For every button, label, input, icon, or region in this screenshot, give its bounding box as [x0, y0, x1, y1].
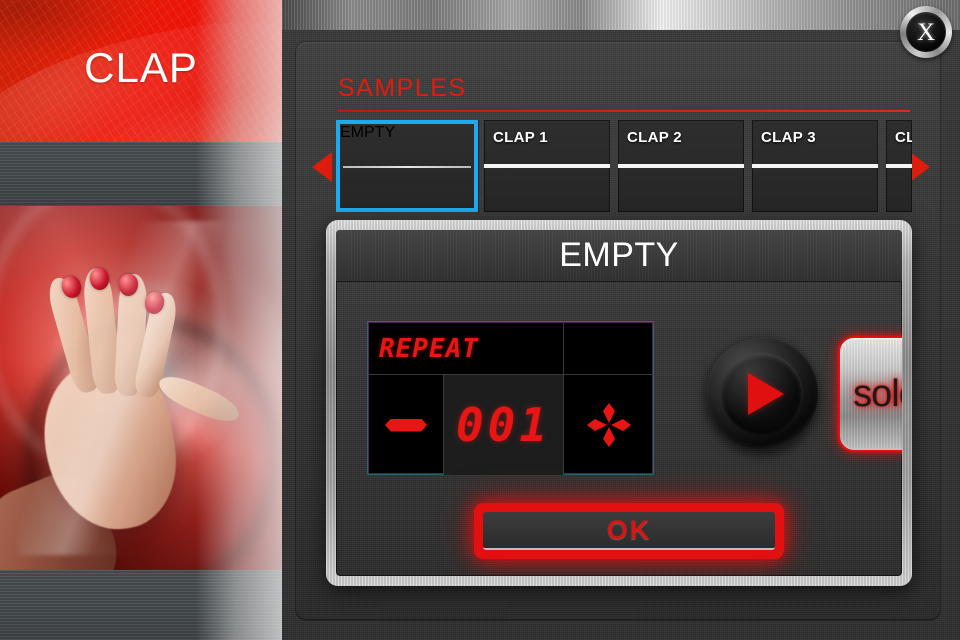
ok-button[interactable]: OK	[474, 503, 784, 559]
sample-tile-label: CL	[895, 129, 912, 146]
close-button-inner: X	[906, 12, 946, 52]
left-panel-divider-bottom	[0, 570, 282, 640]
repeat-lcd-panel: REPEAT 001	[368, 322, 654, 475]
dialog-title: EMPTY	[559, 236, 679, 274]
plus-petal-bottom	[603, 427, 615, 447]
sample-tile-clap-4[interactable]: CL	[886, 120, 912, 212]
sample-tile-clap-2[interactable]: CLAP 2	[618, 120, 744, 212]
metal-top-bar	[282, 0, 960, 30]
samples-heading: SAMPLES	[338, 74, 467, 102]
sample-tile-clap-3[interactable]: CLAP 3	[752, 120, 878, 212]
close-x-icon: X	[916, 18, 936, 46]
artwork-image	[0, 206, 282, 570]
dialog-titlebar: EMPTY	[336, 230, 902, 282]
lcd-blank-cell	[564, 323, 654, 375]
samples-heading-rule	[338, 110, 910, 112]
sample-tile-label: EMPTY	[340, 124, 396, 141]
play-triangle-icon	[748, 373, 784, 415]
play-button[interactable]	[706, 338, 818, 450]
glass-highlight	[16, 220, 282, 556]
repeat-value: 001	[444, 375, 564, 475]
repeat-label: REPEAT	[369, 323, 564, 375]
sample-tile-clap-1[interactable]: CLAP 1	[484, 120, 610, 212]
repeat-decrement-button[interactable]	[369, 375, 444, 475]
flat-line-waveform-icon	[343, 166, 471, 168]
plus-petal-left	[587, 419, 607, 431]
sample-tile-label: CLAP 2	[627, 129, 682, 146]
page-title: CLAP	[84, 44, 198, 91]
sample-tile-empty[interactable]: EMPTY	[336, 120, 478, 212]
solo-button[interactable]: solo	[838, 336, 902, 452]
play-button-inner	[721, 353, 803, 435]
left-panel-divider-top	[0, 142, 282, 206]
repeat-increment-button[interactable]	[564, 375, 654, 475]
solo-button-label: solo	[853, 372, 902, 415]
ok-button-label: OK	[606, 514, 652, 545]
app-screen: CLAP X SAMPLES EMPTY CLAP 1 CLAP 2 CLAP …	[0, 0, 960, 640]
sample-editor-dialog: EMPTY REPEAT 001 sol OK	[326, 220, 912, 586]
ok-button-inner: OK	[483, 512, 775, 550]
arrow-right-icon[interactable]	[910, 152, 930, 182]
samples-strip[interactable]: EMPTY CLAP 1 CLAP 2 CLAP 3 CL	[336, 120, 912, 212]
sample-tile-label: CLAP 3	[761, 129, 816, 146]
plus-petal-top	[603, 403, 615, 423]
arrow-left-icon[interactable]	[312, 152, 332, 182]
close-button[interactable]: X	[900, 6, 952, 58]
minus-segment-icon	[385, 418, 427, 432]
left-panel-header-art: CLAP	[0, 0, 282, 142]
left-panel: CLAP	[0, 0, 282, 640]
dialog-body: EMPTY REPEAT 001 sol OK	[336, 230, 902, 576]
sample-tile-label: CLAP 1	[493, 129, 548, 146]
plus-segment-icon	[587, 403, 631, 447]
plus-petal-right	[611, 419, 631, 431]
